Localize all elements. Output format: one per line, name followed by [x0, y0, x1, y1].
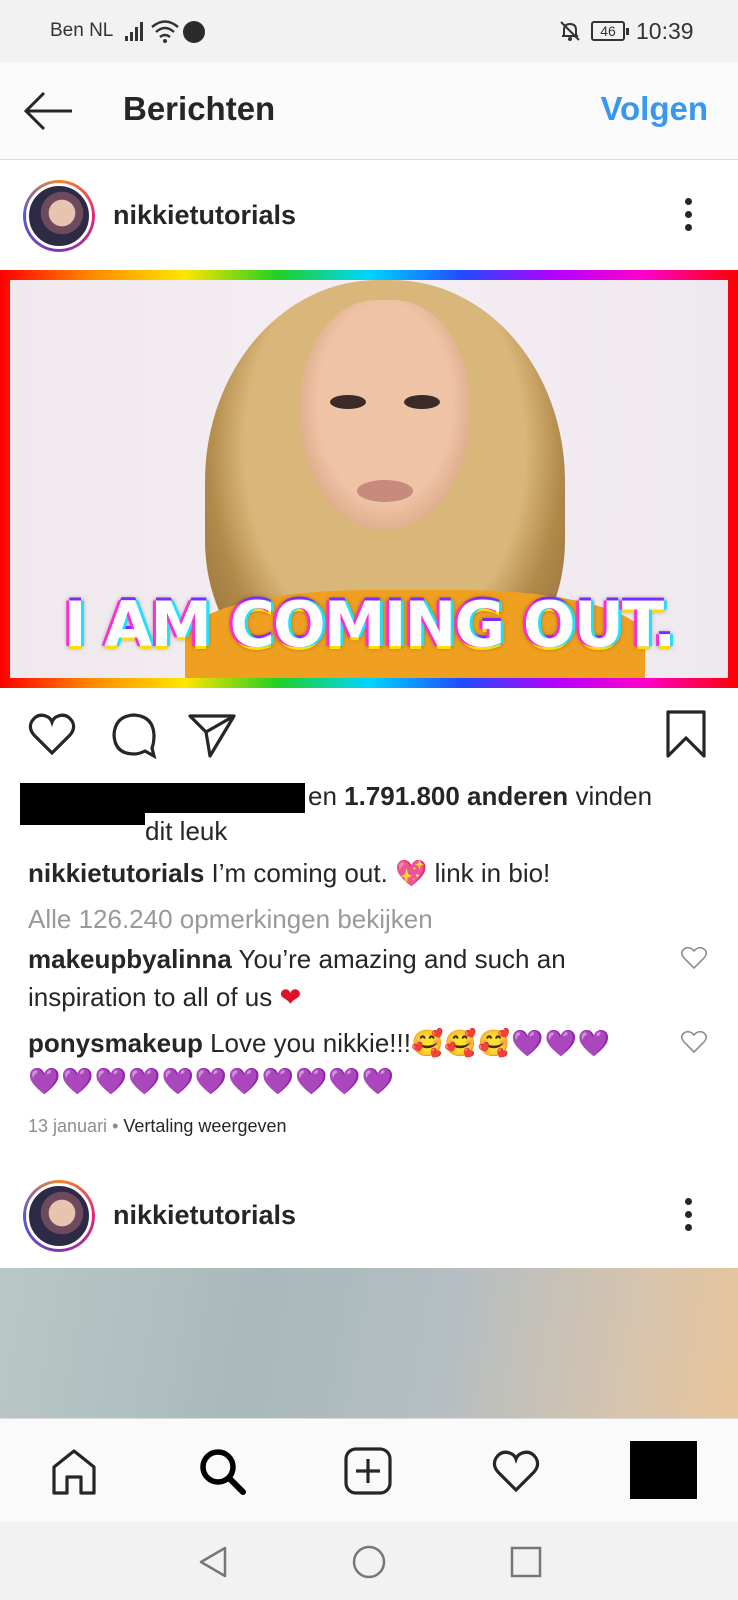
status-bar: Ben NL 46 10:39	[0, 0, 738, 62]
recents-square-icon[interactable]	[506, 1542, 546, 1582]
bottom-navigation	[0, 1418, 738, 1522]
redacted-likers	[20, 783, 305, 813]
likes-count[interactable]: 1.791.800 anderen	[344, 781, 568, 811]
likes-line: en 1.791.800 anderen vinden	[308, 781, 653, 811]
redacted-likers	[20, 812, 145, 825]
signal-icon	[125, 22, 143, 41]
post-date-line: 13 januari • Vertaling weergeven	[28, 1116, 287, 1136]
heart-icon[interactable]	[490, 1445, 542, 1497]
avatar[interactable]	[23, 180, 95, 252]
emoji-string: 🥰🥰🥰💜💜💜	[410, 1028, 612, 1058]
post-header: nikkietutorials	[0, 160, 738, 270]
red-heart-emoji: ❤	[279, 982, 302, 1012]
top-header: Berichten Volgen	[0, 62, 738, 160]
home-icon[interactable]	[48, 1445, 100, 1497]
notification-dot-icon	[183, 21, 205, 43]
face-illustration	[300, 300, 470, 530]
comment-row-continued: inspiration to all of us ❤	[28, 982, 302, 1012]
translate-link[interactable]: Vertaling weergeven	[123, 1116, 286, 1136]
more-vertical-icon[interactable]	[680, 1198, 696, 1236]
avatar[interactable]	[23, 1180, 95, 1252]
heart-icon[interactable]	[26, 708, 78, 760]
post-username[interactable]: nikkietutorials	[113, 200, 296, 231]
comment-emoji-line: 💜💜💜💜💜💜💜💜💜💜💜	[28, 1066, 396, 1096]
follow-button[interactable]: Volgen	[600, 90, 708, 128]
post-date: 13 januari	[28, 1116, 108, 1136]
search-icon[interactable]	[196, 1445, 248, 1497]
post-image[interactable]: I AM COMING OUT.	[0, 270, 738, 688]
post-actions	[0, 690, 738, 768]
home-circle-icon[interactable]	[349, 1542, 389, 1582]
carrier-label: Ben NL	[50, 20, 114, 41]
post-username[interactable]: nikkietutorials	[113, 1200, 296, 1231]
page-title: Berichten	[123, 90, 276, 127]
image-caption-text: I AM COMING OUT.	[63, 588, 677, 661]
bookmark-icon[interactable]	[660, 708, 712, 760]
post-image[interactable]	[0, 1268, 738, 1418]
system-navigation	[0, 1522, 738, 1600]
view-comments-link[interactable]: Alle 126.240 opmerkingen bekijken	[28, 904, 433, 935]
paper-plane-icon[interactable]	[186, 708, 238, 760]
comment-username[interactable]: makeupbyalinna	[28, 944, 232, 974]
bell-muted-icon	[560, 21, 580, 41]
more-vertical-icon[interactable]	[680, 198, 696, 236]
back-triangle-icon[interactable]	[193, 1542, 233, 1582]
clock: 10:39	[636, 18, 694, 44]
comment-username[interactable]: ponysmakeup	[28, 1028, 203, 1058]
likes-line-continued: dit leuk	[145, 816, 228, 846]
comment-like-heart-icon[interactable]	[680, 1030, 708, 1054]
caption-username[interactable]: nikkietutorials	[28, 858, 204, 888]
comment-like-heart-icon[interactable]	[680, 946, 708, 970]
plus-square-icon[interactable]	[342, 1445, 394, 1497]
sparkling-heart-emoji: 💖	[395, 858, 428, 888]
arrow-left-icon[interactable]	[22, 88, 74, 134]
comment-icon[interactable]	[108, 708, 160, 760]
battery-indicator: 46	[591, 21, 629, 41]
post-caption: nikkietutorials I’m coming out. 💖 link i…	[28, 858, 551, 888]
wifi-icon	[151, 20, 179, 43]
profile-icon[interactable]	[630, 1441, 697, 1499]
post-header: nikkietutorials	[0, 1160, 738, 1270]
comment-row: ponysmakeup Love you nikkie!!!🥰🥰🥰💜💜💜	[28, 1028, 612, 1058]
comment-row: makeupbyalinna You’re amazing and such a…	[28, 944, 566, 974]
